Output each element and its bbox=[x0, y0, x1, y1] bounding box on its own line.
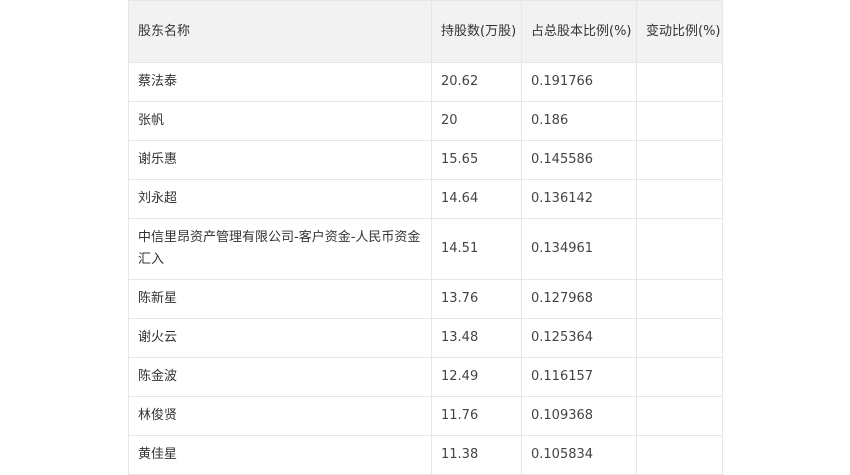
table-row: 黄佳星 11.38 0.105834 bbox=[128, 435, 723, 475]
header-shareholder-name: 股东名称 bbox=[128, 0, 432, 63]
cell-shares: 13.48 bbox=[431, 318, 522, 358]
cell-share-ratio: 0.134961 bbox=[521, 218, 637, 280]
table-row: 谢乐惠 15.65 0.145586 bbox=[128, 140, 723, 180]
cell-change-ratio bbox=[636, 435, 723, 475]
table-row: 张帆 20 0.186 bbox=[128, 101, 723, 141]
cell-change-ratio bbox=[636, 140, 723, 180]
table-row: 中信里昂资产管理有限公司-客户资金-人民币资金汇入 14.51 0.134961 bbox=[128, 218, 723, 280]
cell-shares: 11.38 bbox=[431, 435, 522, 475]
table-row: 蔡法泰 20.62 0.191766 bbox=[128, 62, 723, 102]
cell-change-ratio bbox=[636, 218, 723, 280]
cell-shares: 14.64 bbox=[431, 179, 522, 219]
cell-change-ratio bbox=[636, 318, 723, 358]
cell-shareholder-name: 蔡法泰 bbox=[128, 62, 432, 102]
cell-shares: 11.76 bbox=[431, 396, 522, 436]
cell-shares: 15.65 bbox=[431, 140, 522, 180]
cell-shareholder-name: 黄佳星 bbox=[128, 435, 432, 475]
table-row: 刘永超 14.64 0.136142 bbox=[128, 179, 723, 219]
header-shares: 持股数(万股) bbox=[431, 0, 522, 63]
table-row: 林俊贤 11.76 0.109368 bbox=[128, 396, 723, 436]
table-header: 股东名称 持股数(万股) 占总股本比例(%) 变动比例(%) bbox=[128, 0, 723, 63]
cell-share-ratio: 0.105834 bbox=[521, 435, 637, 475]
cell-share-ratio: 0.191766 bbox=[521, 62, 637, 102]
cell-shareholder-name: 陈新星 bbox=[128, 279, 432, 319]
shareholder-table: 股东名称 持股数(万股) 占总股本比例(%) 变动比例(%) 蔡法泰 20.62… bbox=[128, 0, 723, 475]
table-body: 蔡法泰 20.62 0.191766 张帆 20 0.186 谢乐惠 15.65… bbox=[128, 62, 723, 475]
cell-shareholder-name: 林俊贤 bbox=[128, 396, 432, 436]
cell-shareholder-name: 谢火云 bbox=[128, 318, 432, 358]
cell-shareholder-name: 陈金波 bbox=[128, 357, 432, 397]
cell-share-ratio: 0.125364 bbox=[521, 318, 637, 358]
cell-change-ratio bbox=[636, 396, 723, 436]
table-row: 谢火云 13.48 0.125364 bbox=[128, 318, 723, 358]
header-row: 股东名称 持股数(万股) 占总股本比例(%) 变动比例(%) bbox=[128, 0, 723, 63]
cell-shareholder-name: 张帆 bbox=[128, 101, 432, 141]
cell-shareholder-name: 中信里昂资产管理有限公司-客户资金-人民币资金汇入 bbox=[128, 218, 432, 280]
cell-shares: 20.62 bbox=[431, 62, 522, 102]
cell-share-ratio: 0.127968 bbox=[521, 279, 637, 319]
cell-shareholder-name: 谢乐惠 bbox=[128, 140, 432, 180]
cell-share-ratio: 0.136142 bbox=[521, 179, 637, 219]
cell-shares: 13.76 bbox=[431, 279, 522, 319]
cell-shareholder-name: 刘永超 bbox=[128, 179, 432, 219]
cell-change-ratio bbox=[636, 279, 723, 319]
table-row: 陈新星 13.76 0.127968 bbox=[128, 279, 723, 319]
cell-share-ratio: 0.145586 bbox=[521, 140, 637, 180]
cell-shares: 20 bbox=[431, 101, 522, 141]
table-row: 陈金波 12.49 0.116157 bbox=[128, 357, 723, 397]
header-share-ratio: 占总股本比例(%) bbox=[521, 0, 637, 63]
cell-shares: 12.49 bbox=[431, 357, 522, 397]
cell-change-ratio bbox=[636, 179, 723, 219]
cell-share-ratio: 0.109368 bbox=[521, 396, 637, 436]
cell-share-ratio: 0.186 bbox=[521, 101, 637, 141]
cell-change-ratio bbox=[636, 62, 723, 102]
cell-share-ratio: 0.116157 bbox=[521, 357, 637, 397]
cell-change-ratio bbox=[636, 357, 723, 397]
cell-shares: 14.51 bbox=[431, 218, 522, 280]
cell-change-ratio bbox=[636, 101, 723, 141]
shareholder-table-container: 股东名称 持股数(万股) 占总股本比例(%) 变动比例(%) 蔡法泰 20.62… bbox=[128, 0, 723, 475]
header-change-ratio: 变动比例(%) bbox=[636, 0, 723, 63]
